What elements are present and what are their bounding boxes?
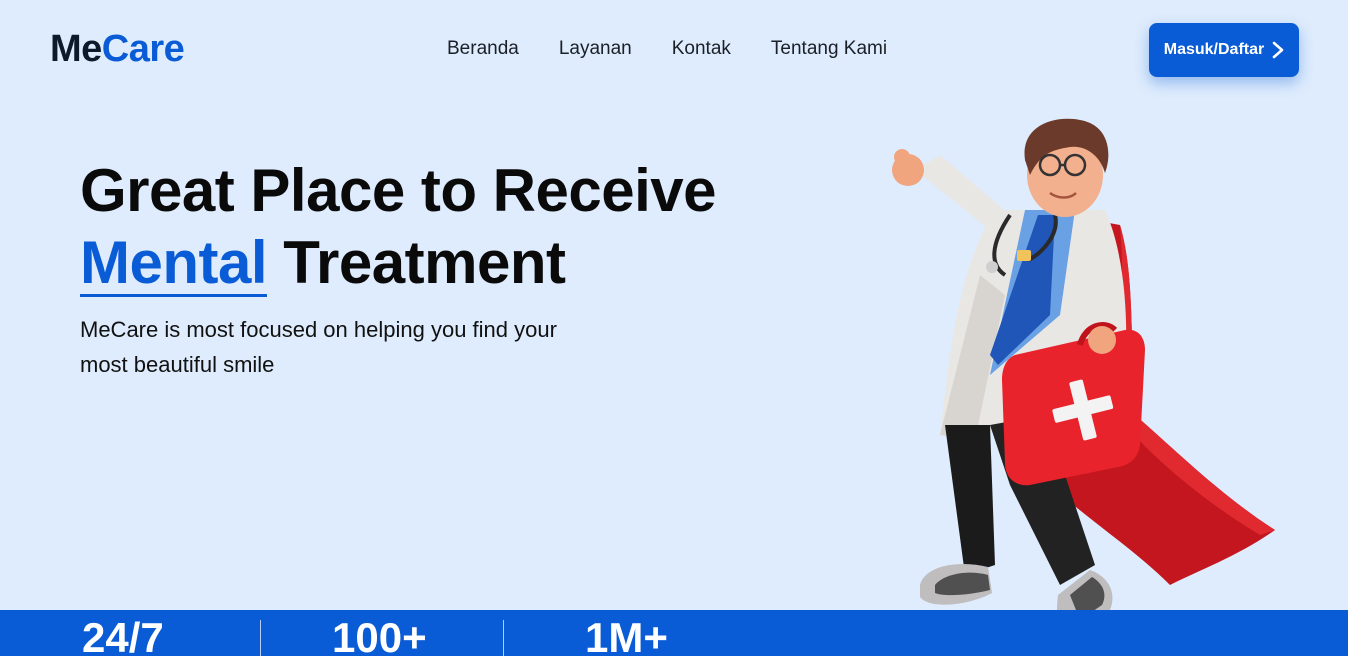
stat-divider: [260, 620, 261, 656]
stats-bar: 24/7 100+ 1M+: [0, 610, 1348, 656]
site-header: MeCare Beranda Layanan Kontak Tentang Ka…: [0, 0, 1348, 100]
main-nav: Beranda Layanan Kontak Tentang Kami: [447, 38, 887, 60]
logo-text-me: Me: [50, 28, 102, 70]
hero-title: Great Place to Receive Mental Treatment: [80, 155, 717, 299]
nav-item-kontak[interactable]: Kontak: [672, 38, 731, 60]
doctor-superhero-illustration: [892, 118, 1275, 655]
nav-item-beranda[interactable]: Beranda: [447, 38, 519, 60]
hero-title-rest: Treatment: [267, 229, 566, 296]
login-register-label: Masuk/Daftar: [1163, 41, 1265, 58]
hero-title-line1: Great Place to Receive: [80, 157, 717, 224]
chevron-right-icon: [1272, 41, 1284, 59]
nav-item-layanan[interactable]: Layanan: [559, 38, 632, 60]
stat-divider: [503, 620, 504, 656]
mecare-logo[interactable]: MeCare: [50, 28, 185, 71]
hero-title-accent: Mental: [80, 229, 268, 297]
logo-text-care: Care: [101, 28, 185, 70]
login-register-button[interactable]: Masuk/Daftar: [1149, 23, 1299, 77]
stat-users: 1M+: [585, 614, 668, 656]
nav-item-tentang-kami[interactable]: Tentang Kami: [771, 38, 887, 60]
stat-doctors: 100+: [332, 614, 427, 656]
hero-subtitle: MeCare is most focused on helping you fi…: [80, 317, 557, 377]
stat-availability: 24/7: [82, 614, 164, 656]
